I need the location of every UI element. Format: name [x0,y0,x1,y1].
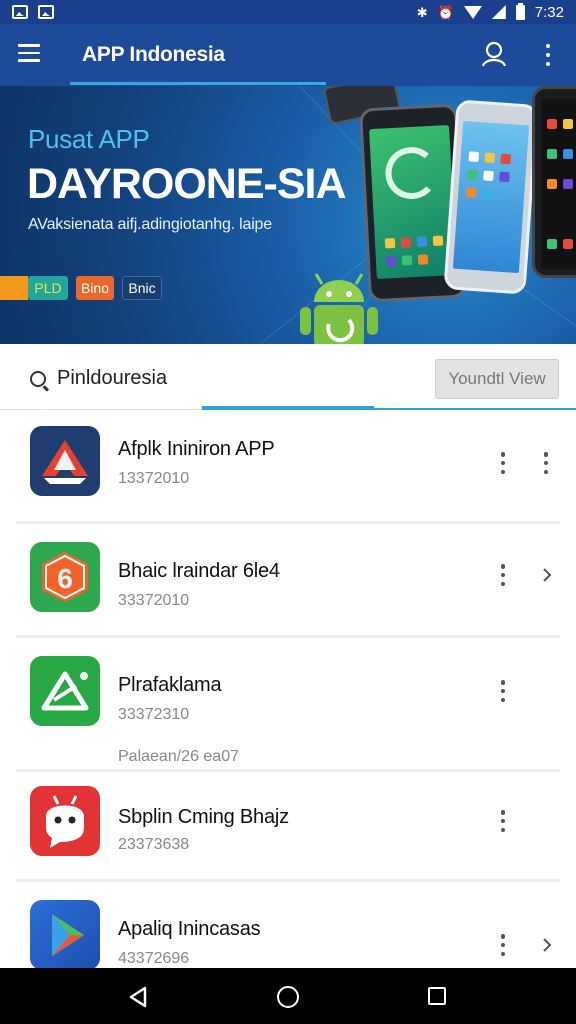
filter-label[interactable]: Pinldouresia [57,367,167,390]
android-mascot-icon [300,273,378,344]
more-vert-icon[interactable] [497,934,509,956]
app-extra-info: Palaean/26 ea07 [118,748,239,765]
recents-icon[interactable] [428,987,446,1005]
more-vert-icon[interactable] [497,564,509,586]
app-name: Afplk Ininiron APP [118,438,275,460]
more-vert-icon[interactable] [540,452,552,474]
phone-right-image [532,86,576,278]
wifi-icon [463,5,482,19]
list-item[interactable]: Sbplin Cming Bhajz 23373638 [0,772,576,882]
app-icon [30,656,100,726]
search-icon[interactable] [30,371,46,387]
more-vert-icon[interactable] [540,42,556,68]
more-vert-icon[interactable] [497,452,509,474]
chevron-right-icon[interactable] [540,936,554,954]
app-name: Plrafaklama [118,674,222,696]
image-icon [38,5,54,19]
app-meta: 33372310 [118,706,190,723]
app-icon: 6 [30,542,100,612]
bluetooth-icon: ✱ [416,4,428,20]
list-item[interactable]: 6 Bhaic lraindar 6le4 33372010 [0,524,576,638]
app-name: Sbplin Cming Bhajz [118,806,289,828]
battery-icon [515,2,525,20]
banner-chip[interactable]: Bnic [122,276,162,300]
app-icon [30,900,100,968]
banner-chip[interactable]: Bino [76,276,114,300]
alarm-icon: ⏰ [437,4,454,20]
phone-app-logo-icon [384,145,439,201]
app-name: Apaliq Inincasas [118,918,261,940]
banner-tagline: AVaksienata aifj.adingiotanhg. laipe [28,216,272,233]
status-bar: ✱ ⏰ 7:32 [0,0,576,24]
app-list[interactable]: Afplk Ininiron APP 13372010 6 Bhaic lrai… [0,410,576,968]
app-meta: 33372010 [118,592,190,609]
app-bar: APP Indonesia [0,24,576,86]
menu-icon[interactable] [18,44,42,64]
back-icon[interactable] [128,986,148,1008]
phone-silver-image [443,99,539,295]
app-title: APP Indonesia [82,43,225,66]
filter-row: Pinldouresia Youndtl View [0,344,576,410]
list-item[interactable]: Plrafaklama 33372310 Palaean/26 ea07 [0,638,576,772]
banner-headline: DAYROONE-SIA [27,160,347,208]
app-icon [30,426,100,496]
app-meta: 23373638 [118,836,190,853]
app-name: Bhaic lraindar 6le4 [118,560,280,582]
app-icon [30,786,100,856]
list-item[interactable]: Afplk Ininiron APP 13372010 [0,410,576,524]
chevron-right-icon[interactable] [540,566,554,584]
banner-subtitle: Pusat APP [28,124,150,154]
list-item[interactable]: Apaliq Inincasas 43372696 [0,882,576,968]
svg-text:6: 6 [57,563,73,594]
system-nav-bar [0,968,576,1024]
more-vert-icon[interactable] [497,680,509,702]
app-meta: 43372696 [118,950,190,967]
account-search-icon[interactable] [480,40,508,68]
more-vert-icon[interactable] [497,810,509,832]
app-meta: 13372010 [118,470,190,487]
view-toggle-button[interactable]: Youndtl View [435,359,559,399]
image-icon [12,5,28,19]
title-underline [70,82,326,85]
banner-chip[interactable]: PLD [28,276,68,300]
home-icon[interactable] [277,986,299,1008]
signal-icon [491,5,506,19]
status-time: 7:32 [534,3,564,21]
promo-banner[interactable]: Pusat APP DAYROONE-SIA AVaksienata aifj.… [0,86,576,344]
banner-chip-accent [0,276,28,300]
